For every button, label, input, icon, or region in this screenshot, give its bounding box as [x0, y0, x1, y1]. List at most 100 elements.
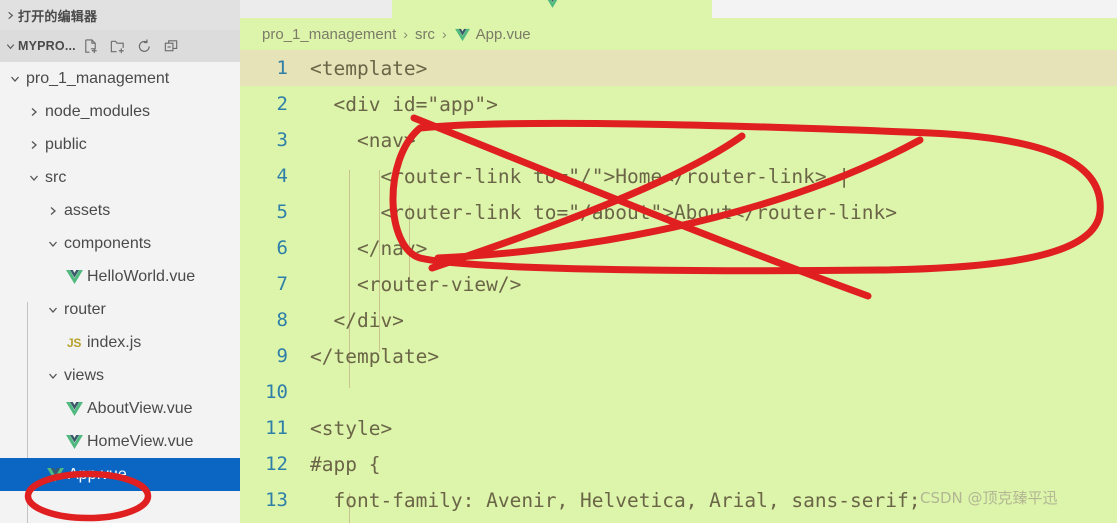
code-line-4[interactable]: 4 <router-link to="/">Home</router-link>…	[240, 158, 1117, 194]
tree-item-label: public	[45, 135, 87, 153]
code-line-3[interactable]: 3 <nav>	[240, 122, 1117, 158]
vue-file-icon	[44, 467, 66, 483]
vue-file-icon	[63, 401, 85, 417]
tree-item-label: HelloWorld.vue	[87, 267, 196, 285]
code-line-11[interactable]: 11 <style>	[240, 410, 1117, 446]
tree-item-public[interactable]: public	[0, 128, 240, 161]
tree-item-src[interactable]: src	[0, 161, 240, 194]
chevron-down-icon[interactable]	[25, 172, 43, 184]
line-number: 5	[276, 201, 288, 223]
tree-item-app-vue[interactable]: App.vue	[0, 458, 240, 491]
line-number: 7	[276, 273, 288, 295]
open-editors-section-header[interactable]: 打开的编辑器	[0, 0, 240, 30]
line-number: 10	[265, 381, 288, 403]
new-folder-icon[interactable]	[109, 37, 127, 55]
breadcrumb-item-2[interactable]: App.vue	[454, 26, 531, 43]
tree-item-pro-1-management[interactable]: pro_1_management	[0, 62, 240, 95]
editor-area: pro_1_management › src › App.vue 1 <template>…	[240, 0, 1117, 523]
code-line-12[interactable]: 12 #app {	[240, 446, 1117, 482]
tree-item-index-js[interactable]: JS index.js	[0, 326, 240, 359]
chevron-down-icon[interactable]	[44, 304, 62, 316]
tree-item-helloworld-vue[interactable]: HelloWorld.vue	[0, 260, 240, 293]
tree-item-label: pro_1_management	[26, 69, 170, 87]
code-line-6[interactable]: 6 </nav>	[240, 230, 1117, 266]
tree-item-label: AboutView.vue	[87, 399, 193, 417]
code-line-7[interactable]: 7 <router-view/>	[240, 266, 1117, 302]
tree-item-aboutview-vue[interactable]: AboutView.vue	[0, 392, 240, 425]
new-file-icon[interactable]	[82, 37, 100, 55]
refresh-icon[interactable]	[136, 37, 154, 55]
file-tree: pro_1_management node_modulespublic src ass…	[0, 62, 240, 523]
tree-item-assets[interactable]: assets	[0, 194, 240, 227]
collapse-all-icon[interactable]	[163, 37, 181, 55]
vue-file-icon	[544, 0, 561, 14]
breadcrumb-item-1[interactable]: src	[415, 26, 435, 43]
code-line-8[interactable]: 8 </div>	[240, 302, 1117, 338]
tree-item-label: views	[64, 366, 105, 384]
breadcrumb-item-label: App.vue	[475, 25, 531, 43]
code-line-5[interactable]: 5 <router-link to="/about">About</router…	[240, 194, 1117, 230]
code-line-2[interactable]: 2 <div id="app">	[240, 86, 1117, 122]
line-number: 11	[265, 417, 288, 439]
tree-item-label: App.vue	[68, 465, 127, 483]
explorer-section-header[interactable]: MYPRO...	[0, 30, 240, 62]
tab-app-vue[interactable]	[392, 0, 712, 18]
breadcrumb-separator: ›	[441, 26, 447, 42]
line-text: <router-link to="/about">About</router-l…	[310, 200, 897, 224]
chevron-right-icon[interactable]	[44, 205, 62, 217]
line-number: 2	[276, 93, 288, 115]
chevron-right-icon[interactable]	[25, 106, 43, 118]
code-lines: 1 <template> 2 <div id="app"> 3 <nav> 4 <rou…	[240, 50, 1117, 518]
line-number: 12	[265, 453, 288, 475]
tree-item-label: node_modules	[45, 102, 150, 120]
line-text: <router-view/>	[310, 272, 522, 296]
tree-item-components[interactable]: components	[0, 227, 240, 260]
code-line-9[interactable]: 9 </template>	[240, 338, 1117, 374]
explorer-sidebar: 打开的编辑器 MYPRO... pro_1_management node_mo…	[0, 0, 240, 523]
line-text: </template>	[310, 344, 440, 368]
tabbar-left-spacer	[240, 0, 392, 18]
tree-item-router[interactable]: router	[0, 293, 240, 326]
tree-item-node-modules[interactable]: node_modules	[0, 95, 240, 128]
line-number: 9	[276, 345, 288, 367]
chevron-down-icon[interactable]	[6, 73, 24, 85]
line-text: <nav>	[310, 128, 416, 152]
breadcrumb-item-0[interactable]: pro_1_management	[262, 26, 396, 43]
vue-file-icon	[63, 269, 85, 285]
editor-tabbar	[240, 0, 1117, 18]
line-text: #app {	[310, 452, 381, 476]
tree-item-label: router	[64, 300, 106, 318]
line-number: 13	[265, 489, 288, 511]
line-text: <template>	[310, 56, 428, 80]
line-text: font-family: Avenir, Helvetica, Arial, s…	[310, 488, 921, 512]
explorer-project-label: MYPRO...	[18, 39, 76, 53]
vue-file-icon	[454, 28, 471, 42]
tree-item-views[interactable]: views	[0, 359, 240, 392]
explorer-actions	[82, 37, 181, 55]
tabbar-right-spacer	[712, 0, 1117, 18]
line-number: 8	[276, 309, 288, 331]
chevron-down-icon[interactable]	[44, 370, 62, 382]
line-text: <div id="app">	[310, 92, 498, 116]
chevron-down-icon[interactable]	[44, 238, 62, 250]
line-number: 1	[276, 57, 288, 79]
line-text: </div>	[310, 308, 404, 332]
line-text: <router-link to="/">Home</router-link> |	[310, 164, 851, 188]
chevron-right-icon[interactable]	[25, 139, 43, 151]
line-text: </nav>	[310, 236, 428, 260]
open-editors-label: 打开的编辑器	[18, 9, 98, 25]
line-text: <style>	[310, 416, 393, 440]
code-line-13[interactable]: 13 font-family: Avenir, Helvetica, Arial…	[240, 482, 1117, 518]
tree-item-label: components	[64, 234, 152, 252]
code-line-1[interactable]: 1 <template>	[240, 50, 1117, 86]
code-editor[interactable]: 1 <template> 2 <div id="app"> 3 <nav> 4 <rou…	[240, 50, 1117, 523]
line-number: 3	[276, 129, 288, 151]
breadcrumb: pro_1_management › src › App.vue	[240, 18, 1117, 50]
breadcrumb-separator: ›	[403, 26, 408, 42]
tree-item-label: src	[45, 168, 67, 186]
line-number: 6	[276, 237, 288, 259]
chevron-right-icon	[2, 10, 18, 21]
vscode-window: 打开的编辑器 MYPRO... pro_1_management node_mo…	[0, 0, 1117, 523]
code-line-10[interactable]: 10	[240, 374, 1117, 410]
tree-item-homeview-vue[interactable]: HomeView.vue	[0, 425, 240, 458]
